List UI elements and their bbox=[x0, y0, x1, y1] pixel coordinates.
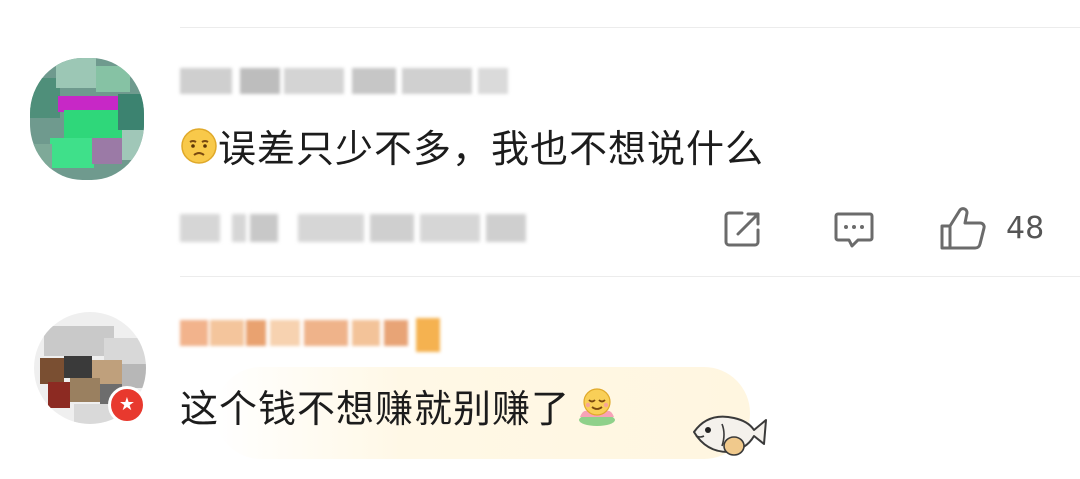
comment-text-content: 误差只少不多，我也不想说什么 bbox=[218, 127, 765, 171]
share-button[interactable] bbox=[720, 206, 766, 252]
star-badge-icon: ★ bbox=[108, 386, 146, 424]
comment-text-content: 这个钱不想赚就别赚了 bbox=[180, 387, 571, 431]
share-icon bbox=[724, 211, 760, 247]
avatar[interactable] bbox=[30, 58, 144, 180]
fish-sticker bbox=[688, 406, 770, 462]
comment-icon bbox=[834, 212, 874, 248]
like-button[interactable]: 48 bbox=[938, 204, 1048, 254]
sad-face-emoji bbox=[180, 127, 218, 176]
comment-text: 这个钱不想赚就别赚了 bbox=[180, 383, 620, 440]
username[interactable] bbox=[180, 314, 460, 356]
lotus-smile-emoji bbox=[574, 383, 620, 440]
reply-button[interactable] bbox=[832, 208, 876, 252]
top-divider bbox=[180, 27, 1080, 28]
like-count: 48 bbox=[1006, 211, 1045, 246]
comment-text: 误差只少不多，我也不想说什么 bbox=[180, 125, 764, 176]
comment-meta bbox=[180, 208, 530, 248]
comment-divider bbox=[180, 276, 1080, 277]
username[interactable] bbox=[180, 62, 510, 100]
thumbs-up-icon bbox=[940, 207, 986, 250]
